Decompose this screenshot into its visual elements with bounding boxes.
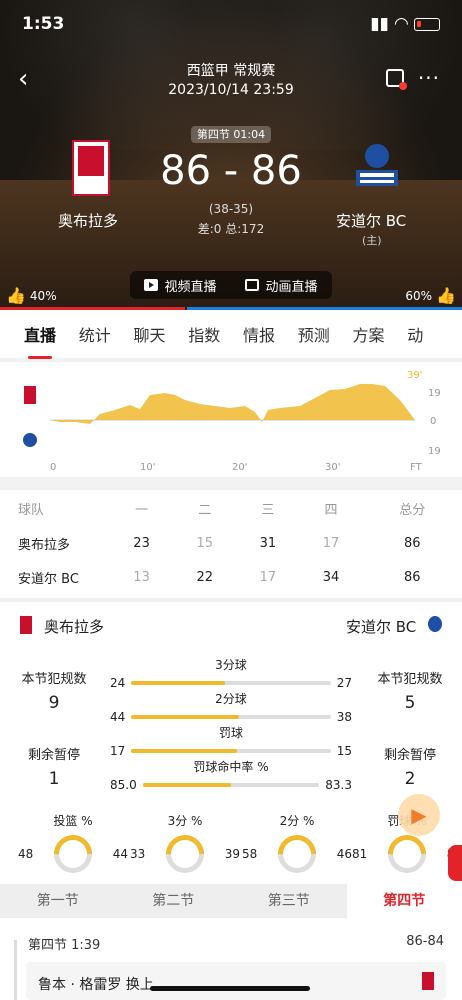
y-tick: 0 bbox=[430, 416, 436, 427]
metric-3pt: 3分球 24 27 bbox=[110, 658, 352, 690]
metric-fill bbox=[131, 749, 237, 753]
tab-index[interactable]: 指数 bbox=[188, 322, 243, 346]
event-item: 鲁本 · 格雷罗 换上 bbox=[26, 962, 446, 1000]
momentum-area bbox=[50, 384, 415, 424]
animation-icon bbox=[245, 279, 260, 291]
donut-fg: 投篮 % 48 44 bbox=[18, 812, 128, 881]
x-tick: FT bbox=[410, 462, 423, 473]
tab-live[interactable]: 直播 bbox=[24, 322, 79, 359]
home-mini-logo bbox=[422, 972, 434, 990]
period-clock: 第四节 01:04 bbox=[191, 126, 271, 143]
away-mini-logo bbox=[23, 433, 37, 447]
play-icon bbox=[144, 279, 159, 291]
y-tick: 19 bbox=[428, 388, 441, 399]
gift-icon: ▶ bbox=[411, 803, 427, 827]
tab-intel[interactable]: 情报 bbox=[243, 322, 298, 346]
event-score: 86-84 bbox=[406, 934, 444, 949]
donut-2pt: 2分 % 58 46 bbox=[242, 812, 352, 881]
quarter-table: 球队 一 二 三 四 总分 奥布拉多 23 15 31 17 86 安道尔 BC… bbox=[0, 490, 462, 594]
quarter-tabs: 第一节 第二节 第三节 第四节 bbox=[0, 884, 462, 918]
screen-record-icon[interactable] bbox=[385, 69, 407, 90]
donut-3pt: 3分 % 33 39 bbox=[130, 812, 240, 881]
metric-ft-pct: 罚球命中率 % 85.0 83.3 bbox=[110, 760, 352, 792]
tab-q4[interactable]: 第四节 bbox=[346, 884, 462, 918]
more-icon[interactable]: ··· bbox=[418, 66, 440, 90]
home-mini-logo bbox=[24, 386, 36, 404]
thumb-up-icon: 👍 bbox=[436, 286, 456, 305]
home-fouls: 本节犯规数 9 bbox=[21, 672, 87, 713]
ring-chart bbox=[380, 827, 434, 881]
away-mini-logo bbox=[428, 616, 442, 632]
event-time: 第四节 1:39 bbox=[28, 938, 101, 953]
status-bar: 1:53 ▮▮ ◠ bbox=[22, 12, 440, 36]
metric-2pt: 2分球 44 38 bbox=[110, 692, 352, 724]
tab-predict[interactable]: 预测 bbox=[298, 322, 353, 346]
gift-float-button[interactable]: ▶ bbox=[398, 794, 440, 836]
tab-q2[interactable]: 第二节 bbox=[116, 884, 232, 918]
x-tick: 20' bbox=[232, 462, 247, 473]
tab-q1[interactable]: 第一节 bbox=[0, 884, 116, 918]
signal-icon: ▮▮ bbox=[370, 14, 389, 34]
home-name: 奥布拉多 bbox=[58, 212, 119, 230]
timeline-line bbox=[14, 940, 17, 1000]
metric-fill bbox=[142, 783, 231, 787]
away-logo[interactable] bbox=[352, 140, 402, 196]
tab-q3[interactable]: 第三节 bbox=[231, 884, 347, 918]
momentum-svg: 39' 19 0 19 0 10' 20' 30' FT bbox=[23, 370, 441, 473]
clock: 1:53 bbox=[22, 14, 65, 34]
x-tick: 30' bbox=[325, 462, 340, 473]
stats-home-name: 奥布拉多 bbox=[44, 618, 105, 636]
metric-fill bbox=[131, 681, 226, 685]
metric-ft: 罚球 17 15 bbox=[110, 726, 352, 758]
home-indicator bbox=[150, 986, 310, 991]
edge-float-button[interactable] bbox=[448, 845, 462, 881]
wifi-icon: ◠ bbox=[394, 14, 408, 34]
momentum-chart: 39' 19 0 19 0 10' 20' 30' FT bbox=[0, 362, 462, 477]
anim-live-button[interactable]: 动画直播 bbox=[245, 276, 318, 295]
away-timeouts: 剩余暂停 2 bbox=[383, 748, 436, 789]
tab-chat[interactable]: 聊天 bbox=[134, 322, 189, 346]
ring-chart bbox=[270, 827, 324, 881]
chart-max-label: 39' bbox=[407, 370, 422, 381]
ring-chart bbox=[46, 827, 100, 881]
tab-stats[interactable]: 统计 bbox=[79, 322, 134, 346]
away-name: 安道尔 BC bbox=[336, 212, 407, 230]
table-header: 球队 一 二 三 四 总分 bbox=[18, 502, 426, 518]
x-tick: 10' bbox=[140, 462, 155, 473]
away-fouls: 本节犯规数 5 bbox=[377, 672, 443, 713]
tab-more[interactable]: 动 bbox=[407, 322, 462, 346]
quarter-scores: 球队 一 二 三 四 总分 奥布拉多 23 15 31 17 86 安道尔 BC… bbox=[0, 490, 462, 598]
home-mini-logo bbox=[20, 616, 32, 634]
battery-icon bbox=[414, 17, 440, 31]
metric-fill bbox=[131, 715, 239, 719]
home-logo[interactable] bbox=[72, 140, 110, 196]
ring-chart bbox=[158, 827, 212, 881]
home-timeouts: 剩余暂停 1 bbox=[27, 748, 80, 789]
tab-plan[interactable]: 方案 bbox=[353, 322, 408, 346]
host-tag: (主) bbox=[362, 234, 382, 247]
live-buttons: 视频直播 动画直播 bbox=[130, 271, 332, 299]
video-live-button[interactable]: 视频直播 bbox=[144, 276, 217, 295]
main-tabs: 直播 统计 聊天 指数 情报 预测 方案 动 bbox=[0, 310, 462, 359]
thumb-up-icon: 👍 bbox=[6, 286, 26, 305]
home-vote[interactable]: 👍 40% bbox=[6, 286, 57, 305]
table-row: 奥布拉多 23 15 31 17 86 bbox=[18, 535, 421, 553]
away-vote[interactable]: 60% 👍 bbox=[405, 286, 456, 305]
stats-away-name: 安道尔 BC bbox=[346, 618, 417, 636]
table-row: 安道尔 BC 13 22 17 34 86 bbox=[18, 569, 421, 587]
x-tick: 0 bbox=[50, 462, 56, 473]
y-tick: 19 bbox=[428, 446, 441, 457]
